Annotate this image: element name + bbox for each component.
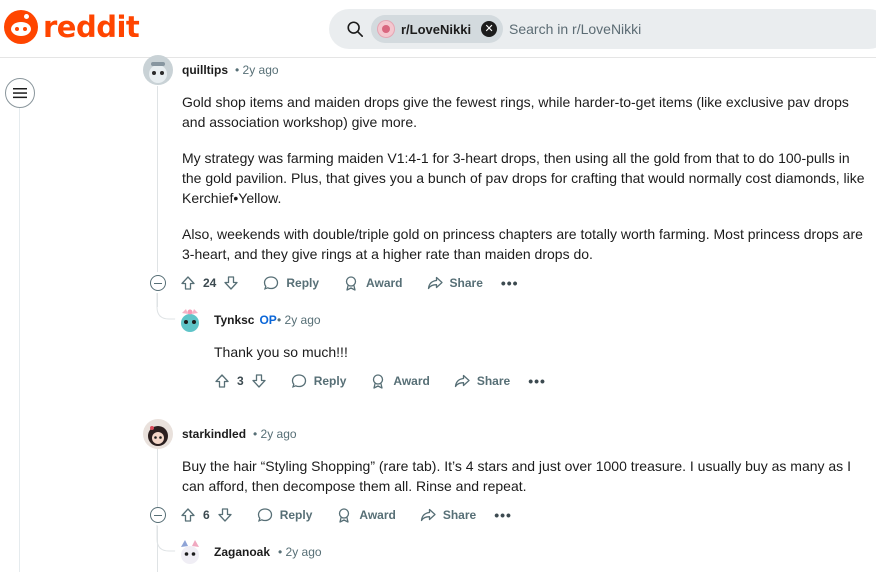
comment-paragraph: Buy the hair “Styling Shopping” (rare ta… (182, 458, 851, 494)
award-icon (339, 508, 350, 523)
comment-paragraph: My strategy was farming maiden V1:4-1 fo… (182, 150, 865, 206)
comment-actions: 3 Reply Award Share ••• (214, 369, 546, 393)
avatar[interactable] (143, 55, 173, 85)
more-options-button[interactable]: ••• (501, 275, 519, 291)
reply-button[interactable]: Reply (263, 275, 319, 291)
sidebar-divider (19, 108, 20, 572)
search-icon (347, 21, 364, 38)
share-label: Share (449, 276, 483, 290)
comment-body: Gold shop items and maiden drops give th… (182, 92, 872, 280)
subreddit-filter-chip: r/LoveNikki ✕ (371, 15, 504, 43)
downvote-icon[interactable] (217, 507, 233, 523)
comment-timestamp: • 2y ago (278, 545, 322, 559)
collapse-thread-button[interactable] (150, 275, 166, 291)
reply-connector (156, 525, 176, 552)
comment-author[interactable]: quilltips (182, 63, 228, 77)
thread-line (157, 449, 158, 507)
reply-label: Reply (286, 276, 320, 290)
reply-label: Reply (279, 508, 313, 522)
comment-timestamp: • 2y ago (277, 313, 321, 327)
vote-count: 6 (203, 508, 210, 522)
share-button[interactable]: Share (427, 275, 483, 291)
comment-bubble-icon (257, 508, 272, 522)
upvote-icon[interactable] (180, 507, 196, 523)
avatar[interactable] (175, 537, 205, 567)
avatar[interactable] (175, 305, 205, 335)
comment-actions: 6 Reply Award Share ••• (150, 503, 512, 527)
reply-connector (156, 293, 176, 320)
upvote-icon[interactable] (214, 373, 230, 389)
comment-paragraph: Thank you so much!!! (214, 344, 348, 360)
award-button[interactable]: Award (343, 275, 403, 291)
more-options-button[interactable]: ••• (528, 373, 546, 389)
more-options-button[interactable]: ••• (494, 507, 512, 523)
comment-author[interactable]: Tynksc OP (214, 313, 277, 327)
share-icon (427, 276, 443, 290)
comment-bubble-icon (264, 276, 279, 290)
upvote-icon[interactable] (180, 275, 196, 291)
comment-actions: 24 Reply Award Share ••• (150, 271, 519, 295)
logo-wordmark: reddit (43, 10, 140, 44)
comment-timestamp: • 2y ago (235, 63, 279, 77)
comment-paragraph: Also, weekends with double/triple gold o… (182, 226, 863, 262)
expand-menu-button[interactable] (5, 78, 35, 108)
comment-bubble-icon (291, 374, 306, 388)
op-badge: OP (259, 313, 277, 327)
close-icon[interactable]: ✕ (481, 21, 498, 37)
award-label: Award (359, 508, 396, 522)
comment-author[interactable]: Zaganoak (214, 545, 270, 559)
downvote-icon[interactable] (223, 275, 239, 291)
search-input[interactable]: Search in r/LoveNikki (509, 21, 641, 37)
reply-button[interactable]: Reply (257, 507, 313, 523)
award-label: Award (366, 276, 403, 290)
share-icon (420, 508, 436, 522)
downvote-icon[interactable] (251, 373, 267, 389)
award-label: Award (393, 374, 430, 388)
comment-author[interactable]: starkindled (182, 427, 246, 441)
vote-count: 24 (203, 276, 217, 290)
top-header: reddit r/LoveNikki ✕ Search in r/LoveNik… (0, 0, 876, 58)
reply-label: Reply (313, 374, 347, 388)
award-icon (345, 276, 357, 291)
comment-timestamp: • 2y ago (253, 427, 297, 441)
hamburger-menu-icon (13, 88, 27, 99)
collapse-thread-button[interactable] (150, 507, 166, 523)
reply-button[interactable]: Reply (291, 373, 347, 389)
reddit-logo[interactable]: reddit (4, 10, 140, 44)
share-icon (454, 374, 470, 388)
comment-paragraph: Gold shop items and maiden drops give th… (182, 94, 849, 130)
share-label: Share (476, 374, 511, 388)
avatar[interactable] (143, 419, 173, 449)
award-button[interactable]: Award (370, 373, 430, 389)
thread-line (157, 86, 158, 272)
search-bar[interactable]: r/LoveNikki ✕ Search in r/LoveNikki (329, 9, 876, 49)
author-name: Tynksc (214, 313, 255, 327)
share-button[interactable]: Share (454, 373, 510, 389)
award-button[interactable]: Award (336, 507, 396, 523)
award-icon (373, 374, 384, 389)
share-button[interactable]: Share (420, 507, 476, 523)
subreddit-avatar (377, 20, 395, 38)
share-label: Share (442, 508, 477, 522)
reddit-snoo-icon (4, 10, 38, 44)
subreddit-chip-label: r/LoveNikki (401, 21, 472, 37)
vote-count: 3 (237, 374, 244, 388)
